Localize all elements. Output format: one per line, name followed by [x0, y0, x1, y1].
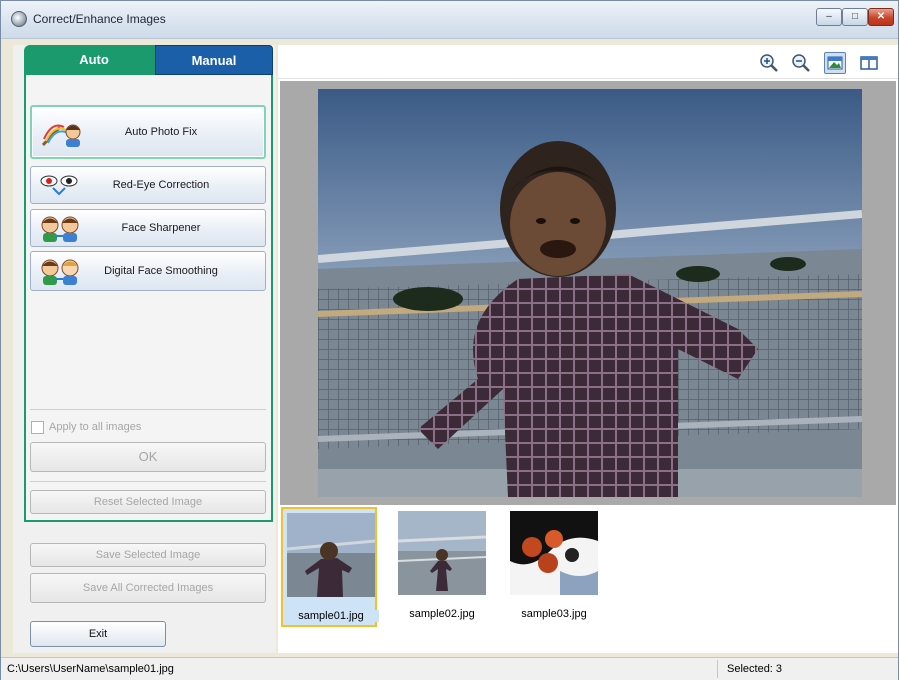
thumbnail-filename: sample02.jpg [409, 608, 475, 620]
save-selected-image-button[interactable]: Save Selected Image [30, 543, 266, 567]
window-title: Correct/Enhance Images [33, 12, 166, 26]
save-all-corrected-images-button[interactable]: Save All Corrected Images [30, 573, 266, 603]
right-panel: sample01.jpg sample02.jpg sample03.jpg [278, 45, 898, 653]
auto-photo-fix-icon [40, 119, 84, 147]
apply-all-checkbox[interactable] [31, 421, 44, 434]
thumbnail-item[interactable]: sample03.jpg [506, 507, 602, 627]
ok-button[interactable]: OK [30, 442, 266, 472]
thumbnail-item[interactable]: sample01.jpg [281, 507, 379, 627]
thumbnail-filename: sample03.jpg [521, 608, 587, 620]
face-sharpener-button[interactable]: Face Sharpener [30, 209, 266, 247]
app-window: Correct/Enhance Images – □ ✕ Auto Manual [0, 0, 899, 680]
digital-face-smoothing-button[interactable]: Digital Face Smoothing [30, 251, 266, 291]
status-separator [717, 660, 718, 678]
tab-auto[interactable]: Auto [24, 45, 164, 75]
face-sharpener-icon [39, 214, 83, 242]
auto-photo-fix-button[interactable]: Auto Photo Fix [30, 105, 266, 159]
thumbnail-filename: sample01.jpg [283, 610, 379, 622]
thumbnail-image [510, 511, 598, 595]
divider [30, 481, 266, 482]
exit-button[interactable]: Exit [30, 621, 166, 647]
thumbnail-item[interactable]: sample02.jpg [394, 507, 490, 627]
status-file-path: C:\Users\UserName\sample01.jpg [7, 663, 174, 675]
red-eye-correction-button[interactable]: Red-Eye Correction [30, 166, 266, 204]
whole-image-icon[interactable] [824, 52, 846, 74]
tab-manual[interactable]: Manual [155, 45, 273, 75]
zoom-out-icon[interactable] [790, 52, 812, 74]
divider [30, 409, 266, 410]
reset-selected-image-button[interactable]: Reset Selected Image [30, 490, 266, 514]
title-bar: Correct/Enhance Images – □ ✕ [1, 1, 898, 39]
compare-icon[interactable] [858, 52, 880, 74]
face-smoothing-icon [39, 257, 83, 285]
maximize-button[interactable]: □ [842, 8, 868, 26]
zoom-in-icon[interactable] [758, 52, 780, 74]
image-preview-area [280, 81, 896, 505]
app-icon [11, 11, 27, 27]
red-eye-icon [39, 172, 83, 200]
preview-photo [318, 89, 862, 497]
minimize-button[interactable]: – [816, 8, 842, 26]
thumbnail-strip: sample01.jpg sample02.jpg sample03.jpg [278, 505, 898, 653]
status-selected-count: Selected: 3 [727, 663, 783, 675]
left-panel: Auto Manual Auto Photo Fix Red-Eye Corre… [13, 45, 276, 653]
status-bar: C:\Users\UserName\sample01.jpg Selected:… [1, 657, 898, 680]
preview-toolbar [278, 45, 898, 79]
close-button[interactable]: ✕ [868, 8, 894, 26]
apply-all-label: Apply to all images [49, 421, 142, 433]
thumbnail-image [398, 511, 486, 595]
thumbnail-image [287, 513, 375, 597]
